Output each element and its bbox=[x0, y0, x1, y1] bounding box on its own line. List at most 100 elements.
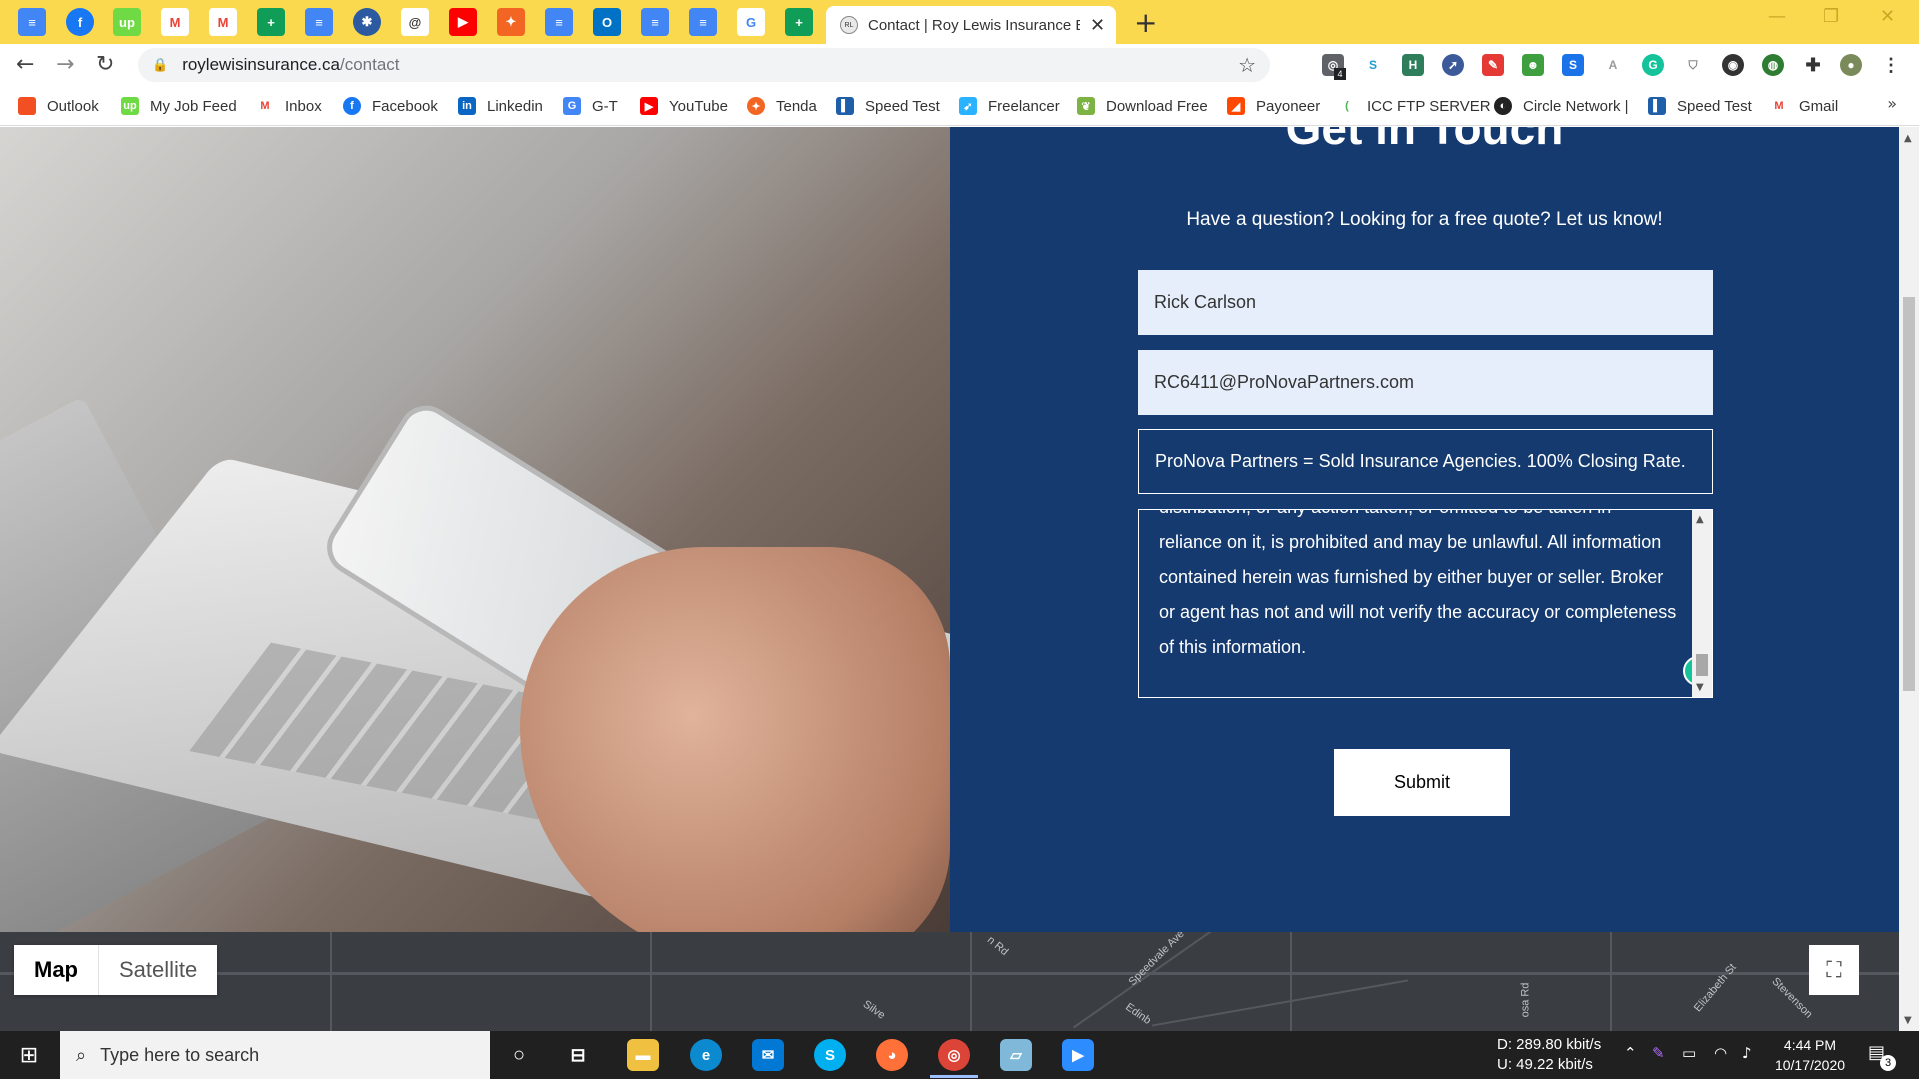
bookmark-star-icon[interactable]: ☆ bbox=[1238, 53, 1256, 77]
outlook-tab-icon[interactable]: O bbox=[593, 8, 621, 36]
globe-extension-icon[interactable]: ◍ bbox=[1762, 54, 1784, 76]
name-field[interactable]: Rick Carlson bbox=[1138, 270, 1713, 335]
scroll-down-icon[interactable]: ▼ bbox=[1904, 1015, 1912, 1026]
bookmark-outlook[interactable]: Outlook bbox=[18, 94, 99, 118]
wifi-icon[interactable]: ◠ bbox=[1714, 1044, 1727, 1062]
address-bar[interactable]: 🔒 roylewisinsurance.ca /contact ☆ bbox=[138, 48, 1270, 82]
edge-icon[interactable]: e bbox=[690, 1039, 722, 1071]
back-button[interactable]: ← bbox=[16, 52, 34, 77]
bookmark-gmail[interactable]: M Gmail bbox=[1770, 94, 1838, 118]
pen-icon[interactable]: ✎ bbox=[1652, 1044, 1665, 1062]
scroll-up-icon[interactable]: ▲ bbox=[1696, 514, 1704, 525]
profile-avatar-icon[interactable]: ● bbox=[1840, 54, 1862, 76]
forward-button[interactable]: → bbox=[56, 52, 74, 77]
puzzle-extensions-icon[interactable]: ✚ bbox=[1802, 54, 1824, 76]
file-explorer-icon[interactable]: ▬ bbox=[627, 1039, 659, 1071]
volume-icon[interactable]: ♪ bbox=[1742, 1044, 1752, 1062]
s-blue-extension-icon[interactable]: S bbox=[1562, 54, 1584, 76]
message-scroll-thumb[interactable] bbox=[1696, 654, 1708, 676]
windows-start-icon[interactable]: ⊞ bbox=[0, 1031, 58, 1079]
google-tab-icon[interactable]: G bbox=[737, 8, 765, 36]
page-scroll-thumb[interactable] bbox=[1903, 297, 1915, 691]
mail-icon[interactable]: ✉ bbox=[752, 1039, 784, 1071]
firefox-icon[interactable]: ◕ bbox=[876, 1039, 908, 1071]
google-docs-tab-icon[interactable]: ≡ bbox=[545, 8, 573, 36]
bookmark-payoneer[interactable]: ◢ Payoneer bbox=[1227, 94, 1320, 118]
notepad-icon[interactable]: ▱ bbox=[1000, 1039, 1032, 1071]
pdf-extension-icon[interactable]: ✎ bbox=[1482, 54, 1504, 76]
bookmarks-overflow-icon[interactable]: » bbox=[1887, 94, 1897, 113]
taskbar-search-box[interactable]: ⌕ Type here to search bbox=[60, 1031, 490, 1079]
facebook-tab-icon[interactable]: f bbox=[66, 8, 94, 36]
rocket-extension-icon[interactable]: ➚ bbox=[1442, 54, 1464, 76]
bookmark-freelancer[interactable]: ➹ Freelancer bbox=[959, 94, 1060, 118]
bookmark-circle-network[interactable]: ◐ Circle Network | bbox=[1494, 94, 1629, 118]
chrome-icon[interactable]: ◎ bbox=[938, 1039, 970, 1071]
bookmark-inbox[interactable]: M Inbox bbox=[256, 94, 322, 118]
new-tab-button[interactable]: + bbox=[1134, 6, 1157, 39]
scroll-down-icon[interactable]: ▼ bbox=[1696, 682, 1704, 693]
at-sign-tab-icon[interactable]: @ bbox=[401, 8, 429, 36]
bookmark-speed-test-2[interactable]: ▌ Speed Test bbox=[1648, 94, 1752, 118]
battery-icon[interactable]: ▭ bbox=[1682, 1044, 1696, 1062]
map-road bbox=[0, 972, 1899, 975]
bookmark-label: Speed Test bbox=[1677, 97, 1752, 115]
map[interactable]: n Rd Speedvale Ave Edinb Silve osa Rd El… bbox=[0, 932, 1899, 1031]
bookmark-icc-ftp-server[interactable]: (ICC FTP SERVER bbox=[1338, 94, 1491, 118]
show-hidden-icons-chevron-icon[interactable]: ⌃ bbox=[1624, 1044, 1637, 1062]
s-extension-icon[interactable]: S bbox=[1362, 54, 1384, 76]
h-extension-icon[interactable]: H bbox=[1402, 54, 1424, 76]
clock-date: 10/17/2020 bbox=[1774, 1057, 1846, 1073]
tab-contact[interactable]: RL Contact | Roy Lewis Insurance Br ✕ bbox=[826, 6, 1116, 44]
satellite-view-button[interactable]: Satellite bbox=[98, 945, 217, 995]
bookmark-speed-test[interactable]: ▌ Speed Test bbox=[836, 94, 940, 118]
scroll-up-icon[interactable]: ▲ bbox=[1904, 133, 1912, 144]
active-app-indicator bbox=[930, 1075, 978, 1078]
zoom-icon[interactable]: ▶ bbox=[1062, 1039, 1094, 1071]
google-sheets-tab-icon[interactable]: + bbox=[257, 8, 285, 36]
message-textarea[interactable]: distribution, or any action taken, or om… bbox=[1138, 509, 1713, 698]
upwork-tab-icon[interactable]: up bbox=[113, 8, 141, 36]
email-field[interactable]: RC6411@ProNovaPartners.com bbox=[1138, 350, 1713, 415]
tracker-extension-icon[interactable]: ◉ bbox=[1722, 54, 1744, 76]
bookmark-youtube[interactable]: ▶ YouTube bbox=[640, 94, 728, 118]
restore-button[interactable]: ❐ bbox=[1823, 6, 1839, 27]
lock-icon[interactable]: 🔒 bbox=[152, 58, 168, 73]
globe-tab-icon[interactable]: ✱ bbox=[353, 8, 381, 36]
skype-icon[interactable]: S bbox=[814, 1039, 846, 1071]
grammarly-extension-icon[interactable]: G bbox=[1642, 54, 1664, 76]
submit-button[interactable]: Submit bbox=[1334, 749, 1510, 816]
close-tab-icon[interactable]: ✕ bbox=[1090, 15, 1105, 36]
tab-title: Contact | Roy Lewis Insurance Br bbox=[868, 16, 1080, 34]
youtube-tab-icon[interactable]: ▶ bbox=[449, 8, 477, 36]
taskbar-clock[interactable]: 4:44 PM 10/17/2020 bbox=[1770, 1035, 1850, 1075]
reload-button[interactable]: ↻ bbox=[96, 52, 114, 77]
gmail-tab-icon[interactable]: M bbox=[161, 8, 189, 36]
message-scrollbar[interactable]: ▲ ▼ bbox=[1692, 510, 1712, 697]
fullscreen-icon[interactable]: ⛶ bbox=[1809, 945, 1859, 995]
task-view-icon[interactable]: ⊟ bbox=[562, 1039, 594, 1071]
gmail-tab-icon[interactable]: M bbox=[209, 8, 237, 36]
bookmark-facebook[interactable]: f Facebook bbox=[343, 94, 438, 118]
frog-extension-icon[interactable]: ☻ bbox=[1522, 54, 1544, 76]
google-docs-tab-icon[interactable]: ≡ bbox=[641, 8, 669, 36]
google-sheets-tab-icon[interactable]: + bbox=[785, 8, 813, 36]
bookmark-linkedin[interactable]: in Linkedin bbox=[458, 94, 543, 118]
bookmark-my-job-feed[interactable]: up My Job Feed bbox=[121, 94, 237, 118]
menu-kebab-icon[interactable]: ⋮ bbox=[1880, 54, 1902, 76]
map-view-button[interactable]: Map bbox=[14, 945, 98, 995]
a-extension-icon[interactable]: A bbox=[1602, 54, 1624, 76]
shield-extension-icon[interactable]: ⛉ bbox=[1682, 54, 1704, 76]
bookmark-tenda[interactable]: ✦ Tenda bbox=[747, 94, 817, 118]
minimize-button[interactable]: — bbox=[1768, 6, 1786, 27]
subject-field[interactable]: ProNova Partners = Sold Insurance Agenci… bbox=[1138, 429, 1713, 494]
page-scrollbar[interactable]: ▲ ▼ bbox=[1899, 127, 1919, 1031]
tenda-tab-icon[interactable]: ✦ bbox=[497, 8, 525, 36]
cortana-icon[interactable]: ○ bbox=[503, 1039, 535, 1071]
google-docs-tab-icon[interactable]: ≡ bbox=[18, 8, 46, 36]
bookmark-download-free[interactable]: ❦ Download Free bbox=[1077, 94, 1208, 118]
bookmark-g-t[interactable]: G G-T bbox=[563, 94, 618, 118]
google-docs-tab-icon[interactable]: ≡ bbox=[689, 8, 717, 36]
close-window-button[interactable]: ✕ bbox=[1880, 6, 1895, 27]
google-docs-tab-icon[interactable]: ≡ bbox=[305, 8, 333, 36]
